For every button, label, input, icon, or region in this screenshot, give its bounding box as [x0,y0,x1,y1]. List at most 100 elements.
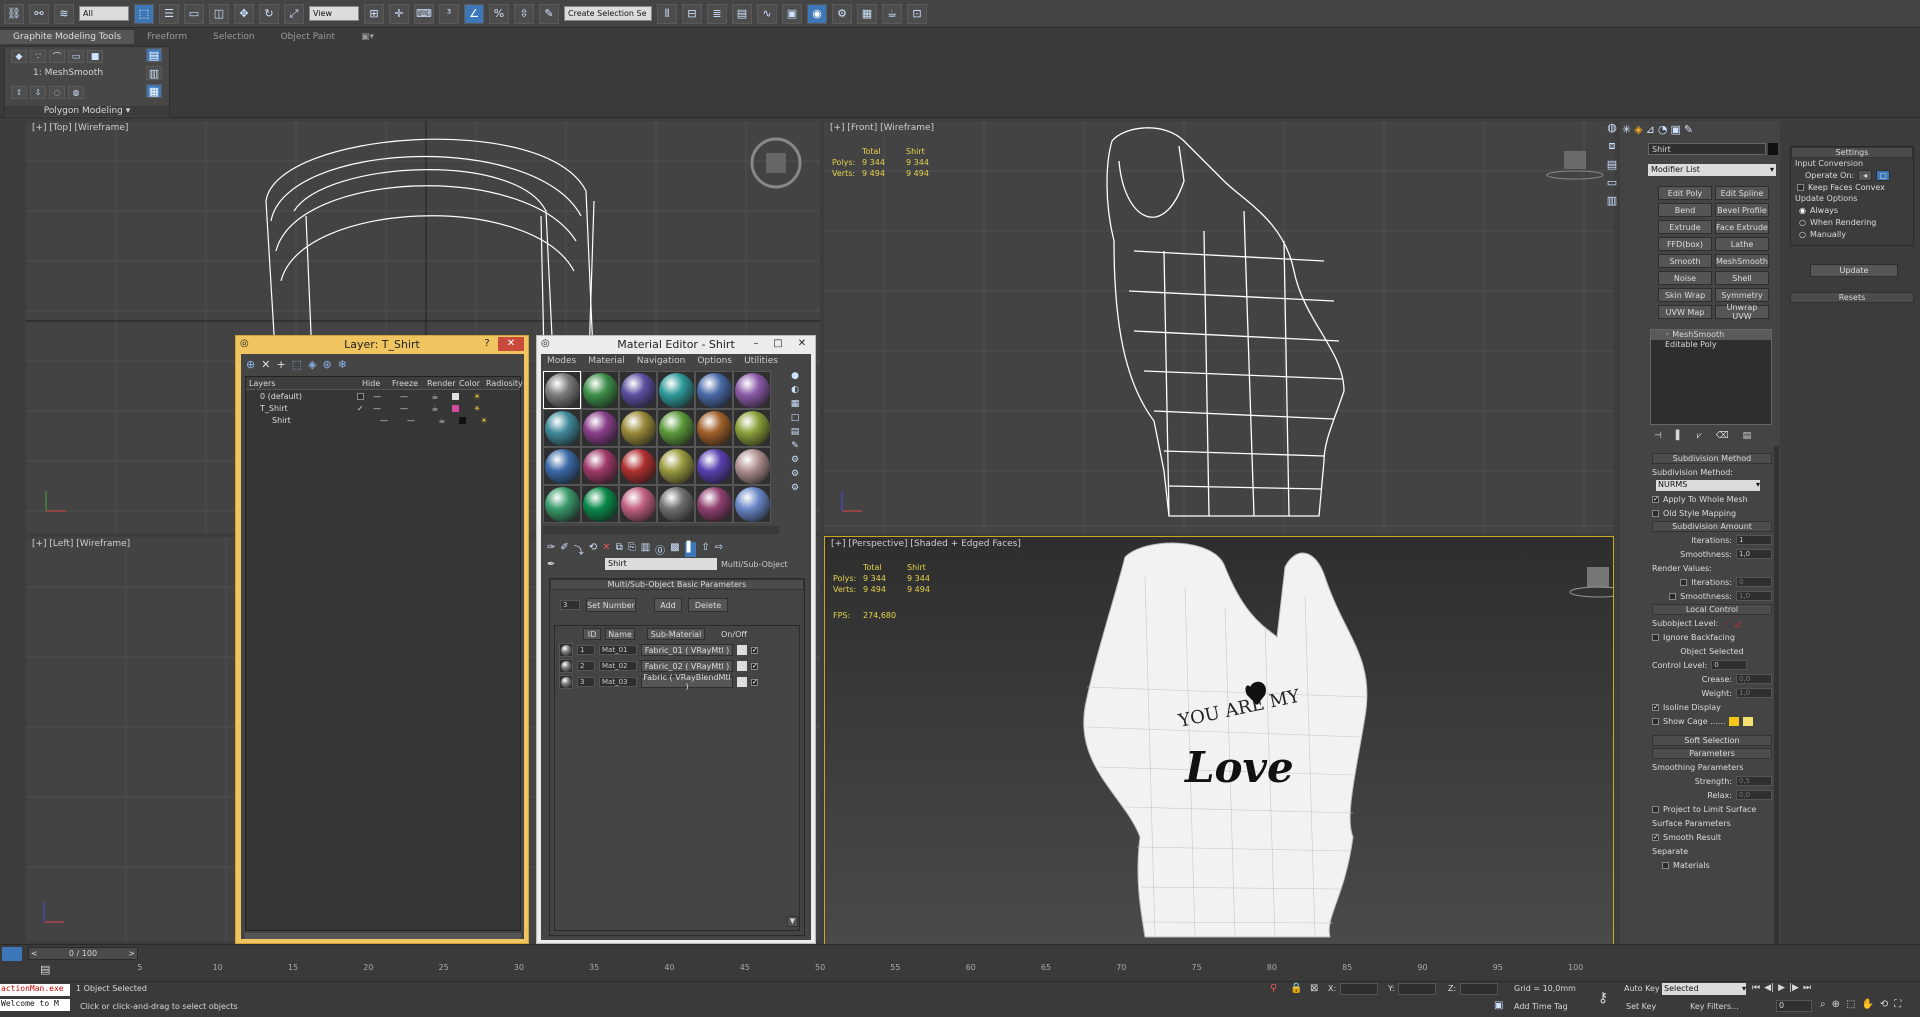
project-checkbox[interactable] [1652,805,1659,813]
tab-selection[interactable]: Selection [200,30,267,44]
video-check-icon[interactable]: ▤ [791,427,800,437]
render-teapot-icon[interactable]: ☕ [422,404,448,413]
crease-spinner[interactable]: 0,0 [1736,674,1772,684]
stack-item-editable-poly[interactable]: Editable Poly [1651,340,1771,350]
border-tool-icon[interactable]: ▭ [68,50,84,63]
ignore-backfacing-row[interactable]: Ignore Backfacing [1652,631,1772,643]
maximize-button[interactable]: □ [769,337,787,351]
next-frame-icon[interactable]: |▶ [1789,983,1799,997]
add-to-layer-icon[interactable]: + [276,358,285,371]
highlight-layer-icon[interactable]: ◈ [308,358,316,371]
material-slot[interactable] [543,447,581,485]
submaterial-color-swatch[interactable] [737,645,747,655]
spinner-snap-icon[interactable]: ⇳ [514,3,534,24]
submaterial-row[interactable]: 2 Mat_02 Fabric_02 ( VRayMtl ) ✓ [555,658,799,674]
submaterial-color-swatch[interactable] [737,661,747,671]
freeze-toggle[interactable]: — [390,404,418,413]
remove-modifier-icon[interactable]: ⌫ [1716,431,1729,441]
modifier-button[interactable]: UVW Map [1658,305,1712,319]
freeze-toggle[interactable]: — [397,416,425,425]
edge-subobject-icon[interactable]: ◿ [1734,619,1740,628]
pan-icon[interactable]: ✋ [1861,999,1873,1013]
rendered-frame-icon[interactable]: ▦ [857,3,877,24]
ribbon-side-icon-1[interactable]: ▤ [146,48,162,62]
layer-color-swatch[interactable] [452,392,459,400]
lightbulb-icon[interactable]: ◦ [1665,330,1670,339]
mini-curve-toggle-icon[interactable] [2,947,22,961]
render-iterations-checkbox[interactable] [1680,578,1688,586]
orbit-icon[interactable]: ⟲ [1880,999,1888,1013]
old-style-row[interactable]: Old Style Mapping [1652,507,1772,519]
layout-tab-icon-4[interactable]: ▭ [1607,176,1617,189]
zoom-all-icon[interactable]: ⊕ [1832,999,1840,1013]
submaterial-name[interactable]: Mat_01 [599,645,637,655]
minimize-button[interactable]: – [747,337,765,351]
submaterial-onoff-checkbox[interactable]: ✓ [751,662,758,670]
local-control-rollout[interactable]: Local Control [1652,604,1772,615]
radiosity-icon[interactable]: ☀ [463,404,491,413]
render-iterative-icon[interactable]: ⊡ [907,3,927,24]
material-slot[interactable] [695,485,733,523]
layout-tab-icon-1[interactable]: ◍ [1607,121,1617,134]
radiosity-icon[interactable]: ☀ [470,416,498,425]
layer-color-swatch[interactable] [452,404,459,412]
submaterial-button[interactable]: Fabric_02 ( VRayMtl ) [641,660,733,672]
delete-icon[interactable]: ✕ [602,542,610,557]
menu-utilities[interactable]: Utilities [744,356,778,366]
make-preview-icon[interactable]: ✎ [791,441,799,451]
schematic-view-icon[interactable]: ▣ [782,3,802,24]
material-slot[interactable] [657,409,695,447]
submaterial-onoff-checkbox[interactable]: ✓ [751,678,758,686]
create-tab-icon[interactable]: ✳ [1622,123,1631,136]
iterations-spinner[interactable]: 1 [1736,535,1772,545]
parameters-rollout[interactable]: Parameters [1652,748,1772,759]
submaterial-onoff-checkbox[interactable]: ✓ [751,646,758,654]
go-to-parent-icon[interactable]: ⇧ [701,542,709,557]
assign-material-icon[interactable]: ⤵ [574,542,584,557]
manually-radio-icon[interactable]: ○ [1799,230,1806,239]
current-frame-field[interactable]: 0 [1776,1000,1812,1012]
delete-layer-icon[interactable]: ✕ [261,358,270,371]
col-id[interactable]: ID [583,628,601,640]
keep-faces-row[interactable]: Keep Faces Convex [1791,181,1913,193]
show-map-icon[interactable]: ▩ [670,542,679,557]
material-slot[interactable] [695,409,733,447]
layer-manager-icon[interactable]: ≣ [707,3,727,24]
render-iterations-spinner[interactable]: 0 [1736,577,1772,587]
modifier-button[interactable]: Shell [1715,271,1769,285]
close-button[interactable]: ✕ [498,337,524,351]
slots-scrollbar[interactable] [543,526,779,534]
material-slot[interactable] [543,485,581,523]
count-field[interactable]: 3 [560,600,580,610]
hierarchy-tab-icon[interactable]: ⊿ [1646,123,1655,136]
submaterial-preview[interactable] [559,659,573,673]
submaterial-row[interactable]: 3 Mat_03 Fabric ( VRayBlendMtl ) ✓ [555,673,799,691]
add-button[interactable]: Add [654,598,682,612]
render-setup-icon[interactable]: ⚙ [832,3,852,24]
show-end-result-icon[interactable]: ▌ [684,542,697,557]
relax-spinner[interactable]: 0,0 [1736,790,1772,800]
ribbon-side-icon-2[interactable]: ▥ [146,66,162,80]
object-name-field[interactable]: Shirt [1648,143,1766,155]
material-slot[interactable] [733,485,771,523]
polygon-tool-icon[interactable]: ◆ [11,50,27,63]
col-layers[interactable]: Layers [246,379,362,388]
layer-row[interactable]: 0 (default) — — ☕ ☀ [246,390,520,402]
submaterial-button[interactable]: Fabric_01 ( VRayMtl ) [641,644,733,656]
render-smoothness-checkbox[interactable] [1669,592,1677,600]
col-render[interactable]: Render [427,379,459,388]
submaterial-name[interactable]: Mat_03 [599,677,637,687]
viewport-left-label[interactable]: [+] [Left] [Wireframe] [32,539,130,549]
menu-options[interactable]: Options [697,356,732,366]
when-rendering-radio-row[interactable]: ○ When Rendering [1791,216,1913,228]
eyedropper-icon[interactable]: ✒ [547,559,561,570]
material-slot[interactable] [543,409,581,447]
ribbon-options-icon[interactable]: ▣▾ [348,30,387,44]
material-slot[interactable] [619,371,657,409]
maximize-viewport-icon[interactable]: ⛶ [1894,999,1901,1013]
show-cage-row[interactable]: Show Cage ...... [1652,715,1772,727]
modifier-button[interactable]: Bend [1658,203,1712,217]
previous-frame-icon[interactable]: ◀| [1764,983,1774,997]
x-coord-field[interactable] [1340,983,1378,995]
freeze-toggle[interactable]: — [390,392,418,401]
